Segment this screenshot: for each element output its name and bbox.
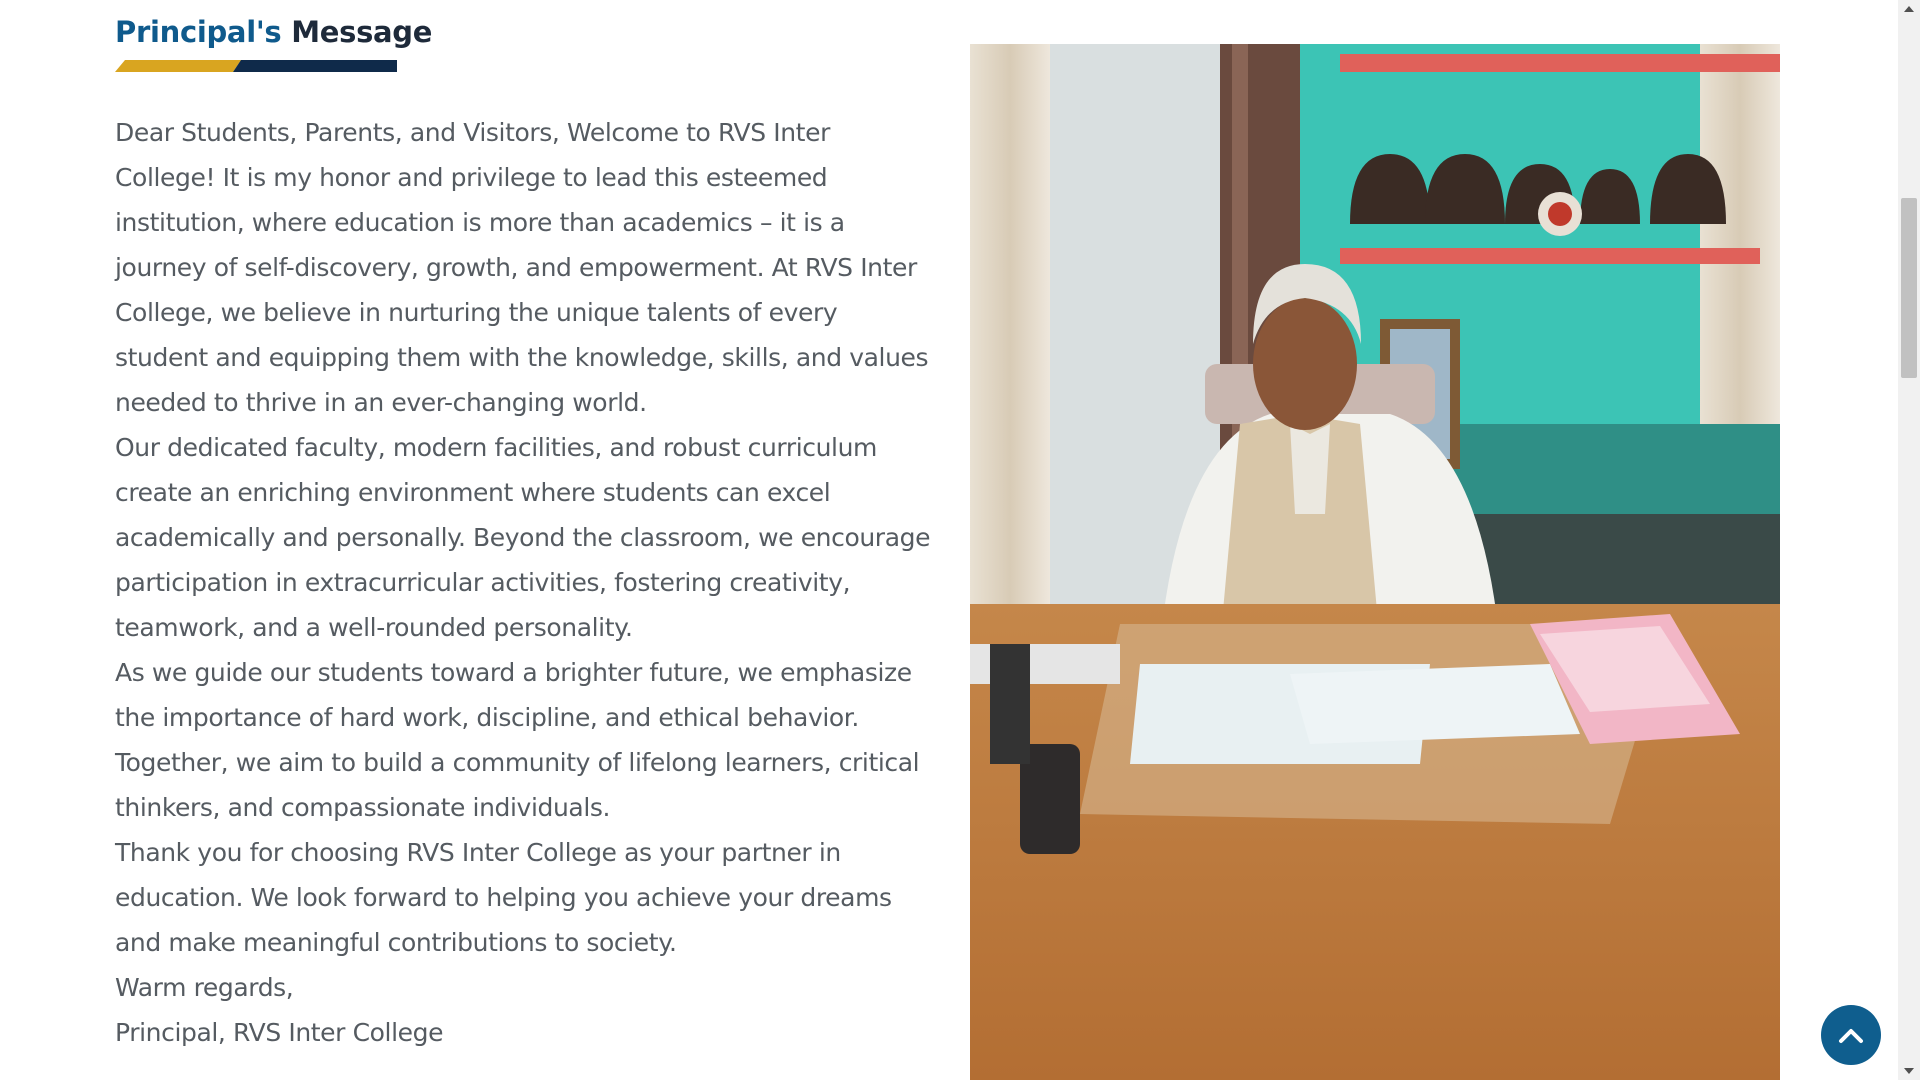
scrollbar-thumb[interactable] (1901, 198, 1917, 378)
message-paragraph: Dear Students, Parents, and Visitors, We… (115, 118, 929, 417)
underline-gold-segment (115, 60, 241, 72)
chevron-up-icon (1839, 1029, 1863, 1043)
vertical-scrollbar[interactable] (1898, 0, 1920, 1080)
page: Principal's Message Dear Students, Paren… (0, 0, 1898, 1080)
section-heading: Principal's Message (115, 12, 432, 52)
message-paragraph: Our dedicated faculty, modern facilities… (115, 433, 931, 642)
scroll-up-arrow-icon[interactable] (1898, 0, 1920, 18)
principal-photo (970, 44, 1780, 1080)
scroll-to-top-button[interactable] (1804, 1004, 1898, 1066)
scroll-down-arrow-icon[interactable] (1898, 1062, 1920, 1080)
message-paragraph: As we guide our students toward a bright… (115, 658, 920, 822)
heading-accent-word: Principal's (115, 15, 282, 49)
message-signoff: Warm regards, (115, 973, 294, 1002)
heading-word: Message (291, 15, 433, 49)
principal-message: Dear Students, Parents, and Visitors, We… (115, 110, 935, 1055)
heading-underline (115, 60, 397, 72)
message-signature: Principal, RVS Inter College (115, 1018, 444, 1047)
message-paragraph: Thank you for choosing RVS Inter College… (115, 838, 892, 957)
scroll-to-top-circle (1821, 1005, 1881, 1065)
underline-navy-segment (233, 60, 397, 72)
